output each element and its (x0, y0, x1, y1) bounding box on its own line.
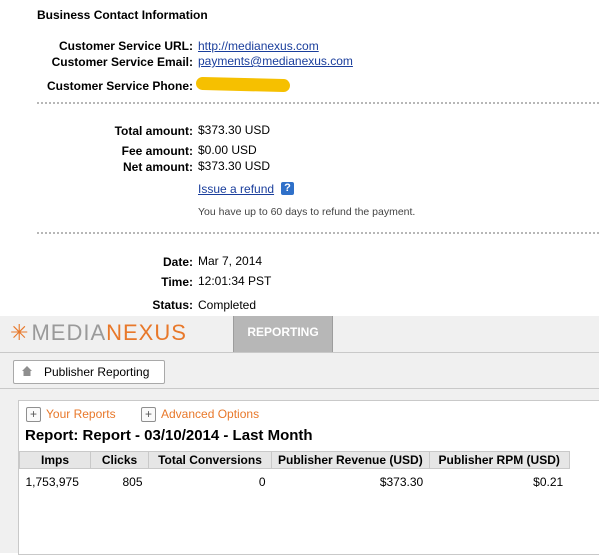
net-amount-value: $373.30 USD (198, 159, 271, 173)
tab-reporting[interactable]: REPORTING (233, 316, 333, 352)
publisher-reporting-button[interactable]: Publisher Reporting (13, 360, 165, 384)
cs-email-label: Customer Service Email: (51, 55, 193, 69)
time-value: 12:01:34 PST (198, 274, 272, 288)
fee-amount-value: $0.00 USD (198, 143, 257, 157)
total-amount-label: Total amount: (114, 124, 193, 138)
column-header-total-conversions[interactable]: Total Conversions (148, 451, 272, 469)
divider (37, 102, 599, 104)
divider (0, 388, 599, 389)
home-icon (22, 366, 32, 376)
column-header-publisher-rpm[interactable]: Publisher RPM (USD) (428, 451, 570, 469)
report-title: Report: Report - 03/10/2014 - Last Month (25, 427, 313, 444)
cell-publisher-revenue: $373.30 (379, 475, 424, 489)
time-label: Time: (161, 275, 193, 289)
reporting-app: ✳MEDIANEXUS REPORTING Publisher Reportin… (0, 316, 599, 555)
medianexus-logo[interactable]: ✳MEDIANEXUS (10, 320, 187, 346)
star-icon: ✳ (10, 320, 30, 345)
publisher-reporting-label: Publisher Reporting (44, 365, 150, 379)
plus-icon[interactable]: + (141, 407, 156, 422)
redaction-mark (195, 76, 291, 93)
top-bar: ✳MEDIANEXUS REPORTING (0, 316, 599, 353)
column-header-imps[interactable]: Imps (19, 451, 91, 469)
cell-total-conversions: 0 (258, 475, 266, 489)
cs-email-link[interactable]: payments@medianexus.com (198, 54, 353, 68)
fee-amount-label: Fee amount: (121, 144, 193, 158)
status-value: Completed (198, 298, 257, 312)
cell-imps: 1,753,975 (25, 475, 79, 489)
total-amount-value: $373.30 USD (198, 123, 271, 137)
cs-phone-label: Customer Service Phone: (46, 79, 193, 93)
refund-note: You have up to 60 days to refund the pay… (198, 206, 416, 218)
cell-clicks: 805 (122, 475, 143, 489)
advanced-options-link[interactable]: Advanced Options (161, 407, 259, 421)
your-reports-link[interactable]: Your Reports (46, 407, 116, 421)
date-value: Mar 7, 2014 (198, 254, 263, 268)
net-amount-label: Net amount: (123, 160, 193, 174)
column-header-clicks[interactable]: Clicks (90, 451, 149, 469)
column-header-publisher-revenue[interactable]: Publisher Revenue (USD) (271, 451, 430, 469)
table-row: 1,753,975 805 0 $373.30 $0.21 (20, 469, 570, 496)
report-table: Imps Clicks Total Conversions Publisher … (19, 451, 570, 495)
divider (37, 232, 599, 234)
status-label: Status: (152, 298, 193, 312)
table-header-row: Imps Clicks Total Conversions Publisher … (19, 451, 570, 469)
report-panel: + Your Reports + Advanced Options Report… (18, 400, 599, 555)
plus-icon[interactable]: + (26, 407, 41, 422)
date-label: Date: (162, 255, 193, 269)
cs-url-label: Customer Service URL: (58, 39, 193, 53)
section-title: Business Contact Information (37, 8, 208, 22)
issue-refund-link[interactable]: Issue a refund (198, 182, 274, 196)
cs-url-link[interactable]: http://medianexus.com (198, 39, 319, 53)
cell-publisher-rpm: $0.21 (533, 475, 564, 489)
help-icon[interactable]: ? (281, 182, 294, 195)
